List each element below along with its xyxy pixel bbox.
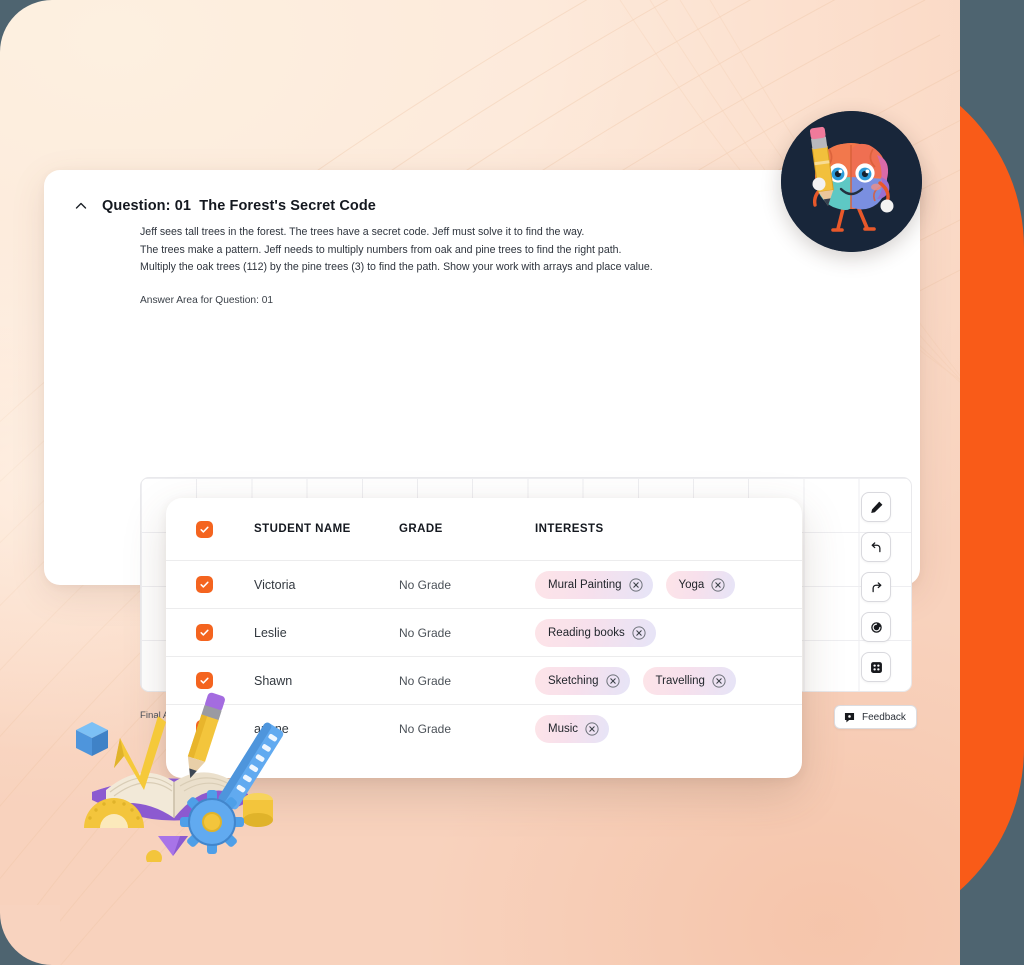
remove-tag-icon[interactable]	[605, 673, 620, 688]
cell-interests: Music	[535, 714, 802, 743]
cell-grade: No Grade	[399, 673, 452, 688]
brain-character-logo[interactable]	[781, 111, 922, 252]
check-icon	[200, 526, 209, 533]
interest-tag-label: Travelling	[655, 674, 705, 687]
cell-interests: Reading books	[535, 618, 802, 647]
student-table-panel: STUDENT NAME GRADE INTERESTS Victoria No…	[166, 498, 802, 778]
answer-area-label: Answer Area for Question: 01	[140, 294, 274, 306]
cell-grade: No Grade	[399, 721, 452, 736]
redo-tool-button[interactable]	[861, 572, 891, 602]
select-all-checkbox[interactable]	[196, 520, 213, 538]
cell-interests: Sketching Travelling	[535, 666, 802, 695]
pencil-icon	[870, 501, 882, 513]
check-icon	[200, 725, 209, 732]
interest-tag[interactable]: Sketching	[535, 666, 630, 695]
interest-tag[interactable]: Yoga	[665, 570, 736, 599]
feedback-label: Feedback	[862, 711, 906, 723]
interest-tag-label: Reading books	[548, 626, 625, 639]
speech-bubble-icon	[844, 712, 855, 722]
cell-student-name: Shawn	[254, 673, 293, 688]
drawing-toolbar	[861, 492, 891, 682]
column-header-interests[interactable]: INTERESTS	[535, 523, 802, 535]
cell-student-name: Leslie	[254, 625, 287, 640]
interest-tag[interactable]: Music	[535, 714, 610, 743]
cell-student-name: Victoria	[254, 577, 296, 592]
remove-tag-icon[interactable]	[628, 577, 643, 592]
grid-icon	[870, 661, 882, 673]
check-icon	[200, 629, 209, 636]
undo-tool-button[interactable]	[861, 532, 891, 562]
question-number: Question: 01	[102, 198, 192, 214]
interest-tag-label: Mural Painting	[548, 578, 622, 591]
cell-grade: No Grade	[399, 625, 452, 640]
table-row[interactable]: arlene No Grade Music	[166, 704, 802, 752]
row-select-cell	[196, 624, 254, 641]
remove-tag-icon[interactable]	[711, 577, 725, 592]
table-row[interactable]: Shawn No Grade Sketching Travelling	[166, 656, 802, 704]
table-row[interactable]: Leslie No Grade Reading books	[166, 608, 802, 656]
cell-student-name: arlene	[254, 721, 289, 736]
feedback-button[interactable]: Feedback	[834, 705, 917, 729]
row-checkbox[interactable]	[196, 672, 213, 689]
undo-icon	[871, 541, 881, 552]
row-select-cell	[196, 576, 254, 593]
circle-target-icon	[870, 621, 882, 633]
interest-tag[interactable]: Reading books	[535, 618, 656, 647]
row-checkbox[interactable]	[196, 720, 213, 737]
select-all-cell	[196, 520, 254, 538]
cell-interests: Mural Painting Yoga	[535, 570, 802, 599]
row-checkbox[interactable]	[196, 576, 213, 593]
remove-tag-icon[interactable]	[585, 721, 599, 736]
question-body: Jeff sees tall trees in the forest. The …	[44, 214, 920, 277]
row-select-cell	[196, 720, 254, 737]
cell-grade: No Grade	[399, 577, 452, 592]
remove-tag-icon[interactable]	[712, 673, 726, 688]
interest-tag-label: Sketching	[548, 674, 599, 687]
chevron-up-icon[interactable]	[74, 199, 88, 213]
table-row[interactable]: Victoria No Grade Mural Painting Yoga	[166, 560, 802, 608]
interest-tag-label: Yoga	[678, 578, 705, 591]
question-line: Multiply the oak trees (112) by the pine…	[140, 261, 653, 273]
grid-tool-button[interactable]	[861, 652, 891, 682]
column-header-grade[interactable]: GRADE	[399, 523, 535, 535]
question-title-text: The Forest's Secret Code	[199, 198, 376, 214]
question-title: Question: 01 The Forest's Secret Code	[102, 198, 376, 214]
check-icon	[200, 581, 209, 588]
column-header-student-name[interactable]: STUDENT NAME	[254, 523, 399, 535]
page-root: Question: 01 The Forest's Secret Code Je…	[0, 0, 1024, 965]
question-line: Jeff sees tall trees in the forest. The …	[140, 226, 585, 238]
row-select-cell	[196, 672, 254, 689]
interest-tag[interactable]: Travelling	[642, 666, 736, 695]
remove-tag-icon[interactable]	[632, 625, 646, 640]
interest-tag-label: Music	[548, 722, 579, 735]
row-checkbox[interactable]	[196, 624, 213, 641]
question-line: The trees make a pattern. Jeff needs to …	[140, 243, 622, 256]
brain-mascot-illustration	[781, 111, 922, 252]
eraser-tool-button[interactable]	[861, 612, 891, 642]
check-icon	[200, 677, 209, 684]
table-header-row: STUDENT NAME GRADE INTERESTS	[166, 498, 802, 560]
redo-icon	[871, 581, 881, 592]
interest-tag[interactable]: Mural Painting	[535, 570, 653, 599]
pencil-tool-button[interactable]	[861, 492, 891, 522]
